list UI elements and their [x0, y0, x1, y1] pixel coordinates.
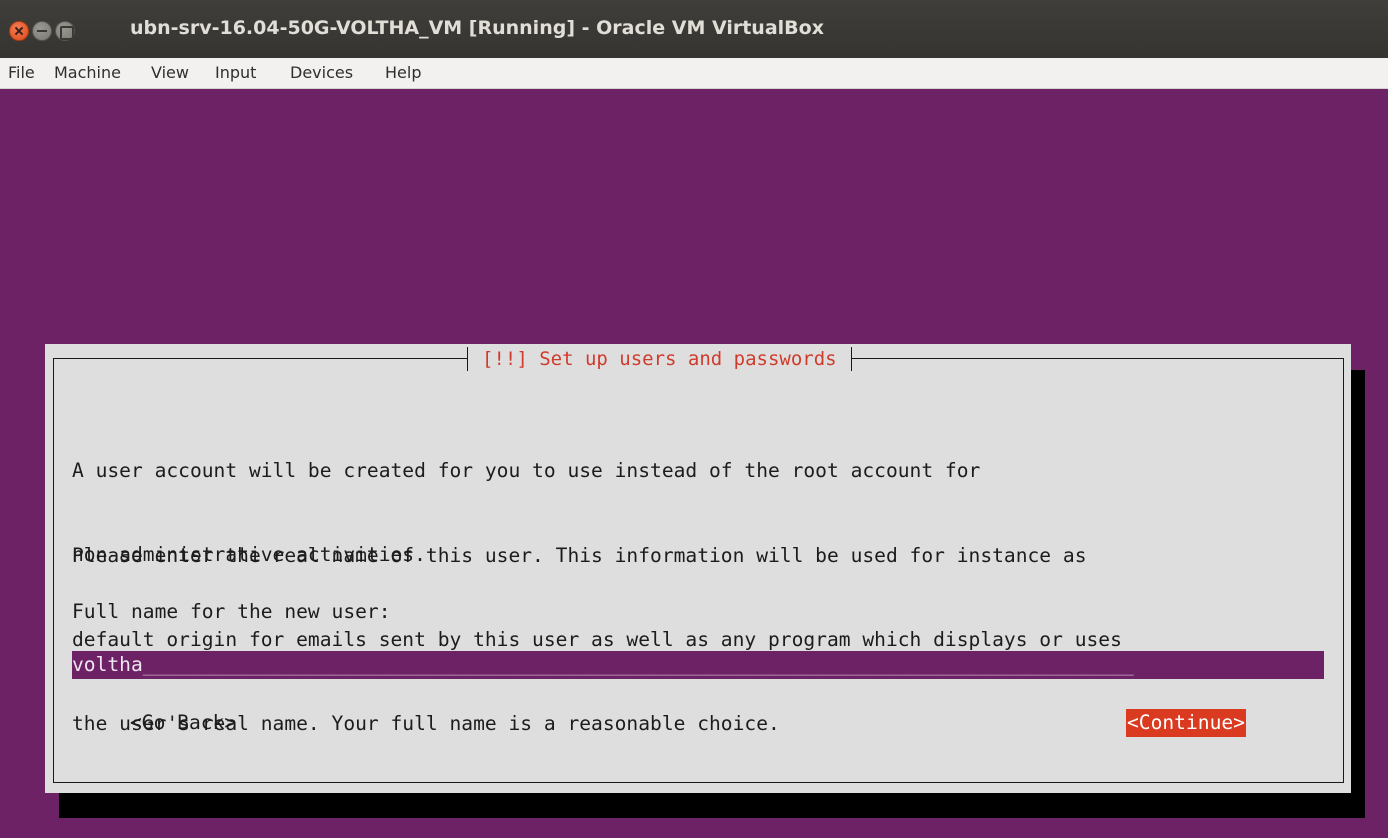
menu-input[interactable]: Input: [215, 63, 256, 82]
dialog-title: [!!] Set up users and passwords: [467, 347, 852, 371]
info-paragraph-2: Please enter the real name of this user.…: [72, 486, 1122, 794]
menu-machine[interactable]: Machine: [54, 63, 121, 82]
window-title: ubn-srv-16.04-50G-VOLTHA_VM [Running] - …: [130, 17, 824, 39]
input-value: voltha: [72, 653, 143, 676]
full-name-input[interactable]: voltha__________________________________…: [72, 651, 1324, 679]
info-line: Please enter the real name of this user.…: [72, 544, 1087, 567]
continue-button[interactable]: <Continue>: [1126, 709, 1246, 737]
info-line: default origin for emails sent by this u…: [72, 628, 1122, 651]
input-fill: ________________________________________…: [142, 653, 1134, 676]
menu-bar: File Machine View Input Devices Help: [0, 58, 1388, 89]
menu-file[interactable]: File: [8, 63, 35, 82]
menu-help[interactable]: Help: [385, 63, 421, 82]
installer-dialog: [!!] Set up users and passwords A user a…: [45, 344, 1351, 793]
menu-devices[interactable]: Devices: [290, 63, 353, 82]
maximize-window-icon[interactable]: [55, 21, 75, 41]
minimize-window-icon[interactable]: [32, 21, 52, 41]
full-name-prompt: Full name for the new user:: [72, 600, 391, 623]
close-window-icon[interactable]: [9, 21, 29, 41]
window-titlebar: ubn-srv-16.04-50G-VOLTHA_VM [Running] - …: [0, 0, 1388, 58]
go-back-button[interactable]: <Go Back>: [130, 709, 236, 737]
menu-view[interactable]: View: [151, 63, 189, 82]
info-line: A user account will be created for you t…: [72, 459, 981, 482]
